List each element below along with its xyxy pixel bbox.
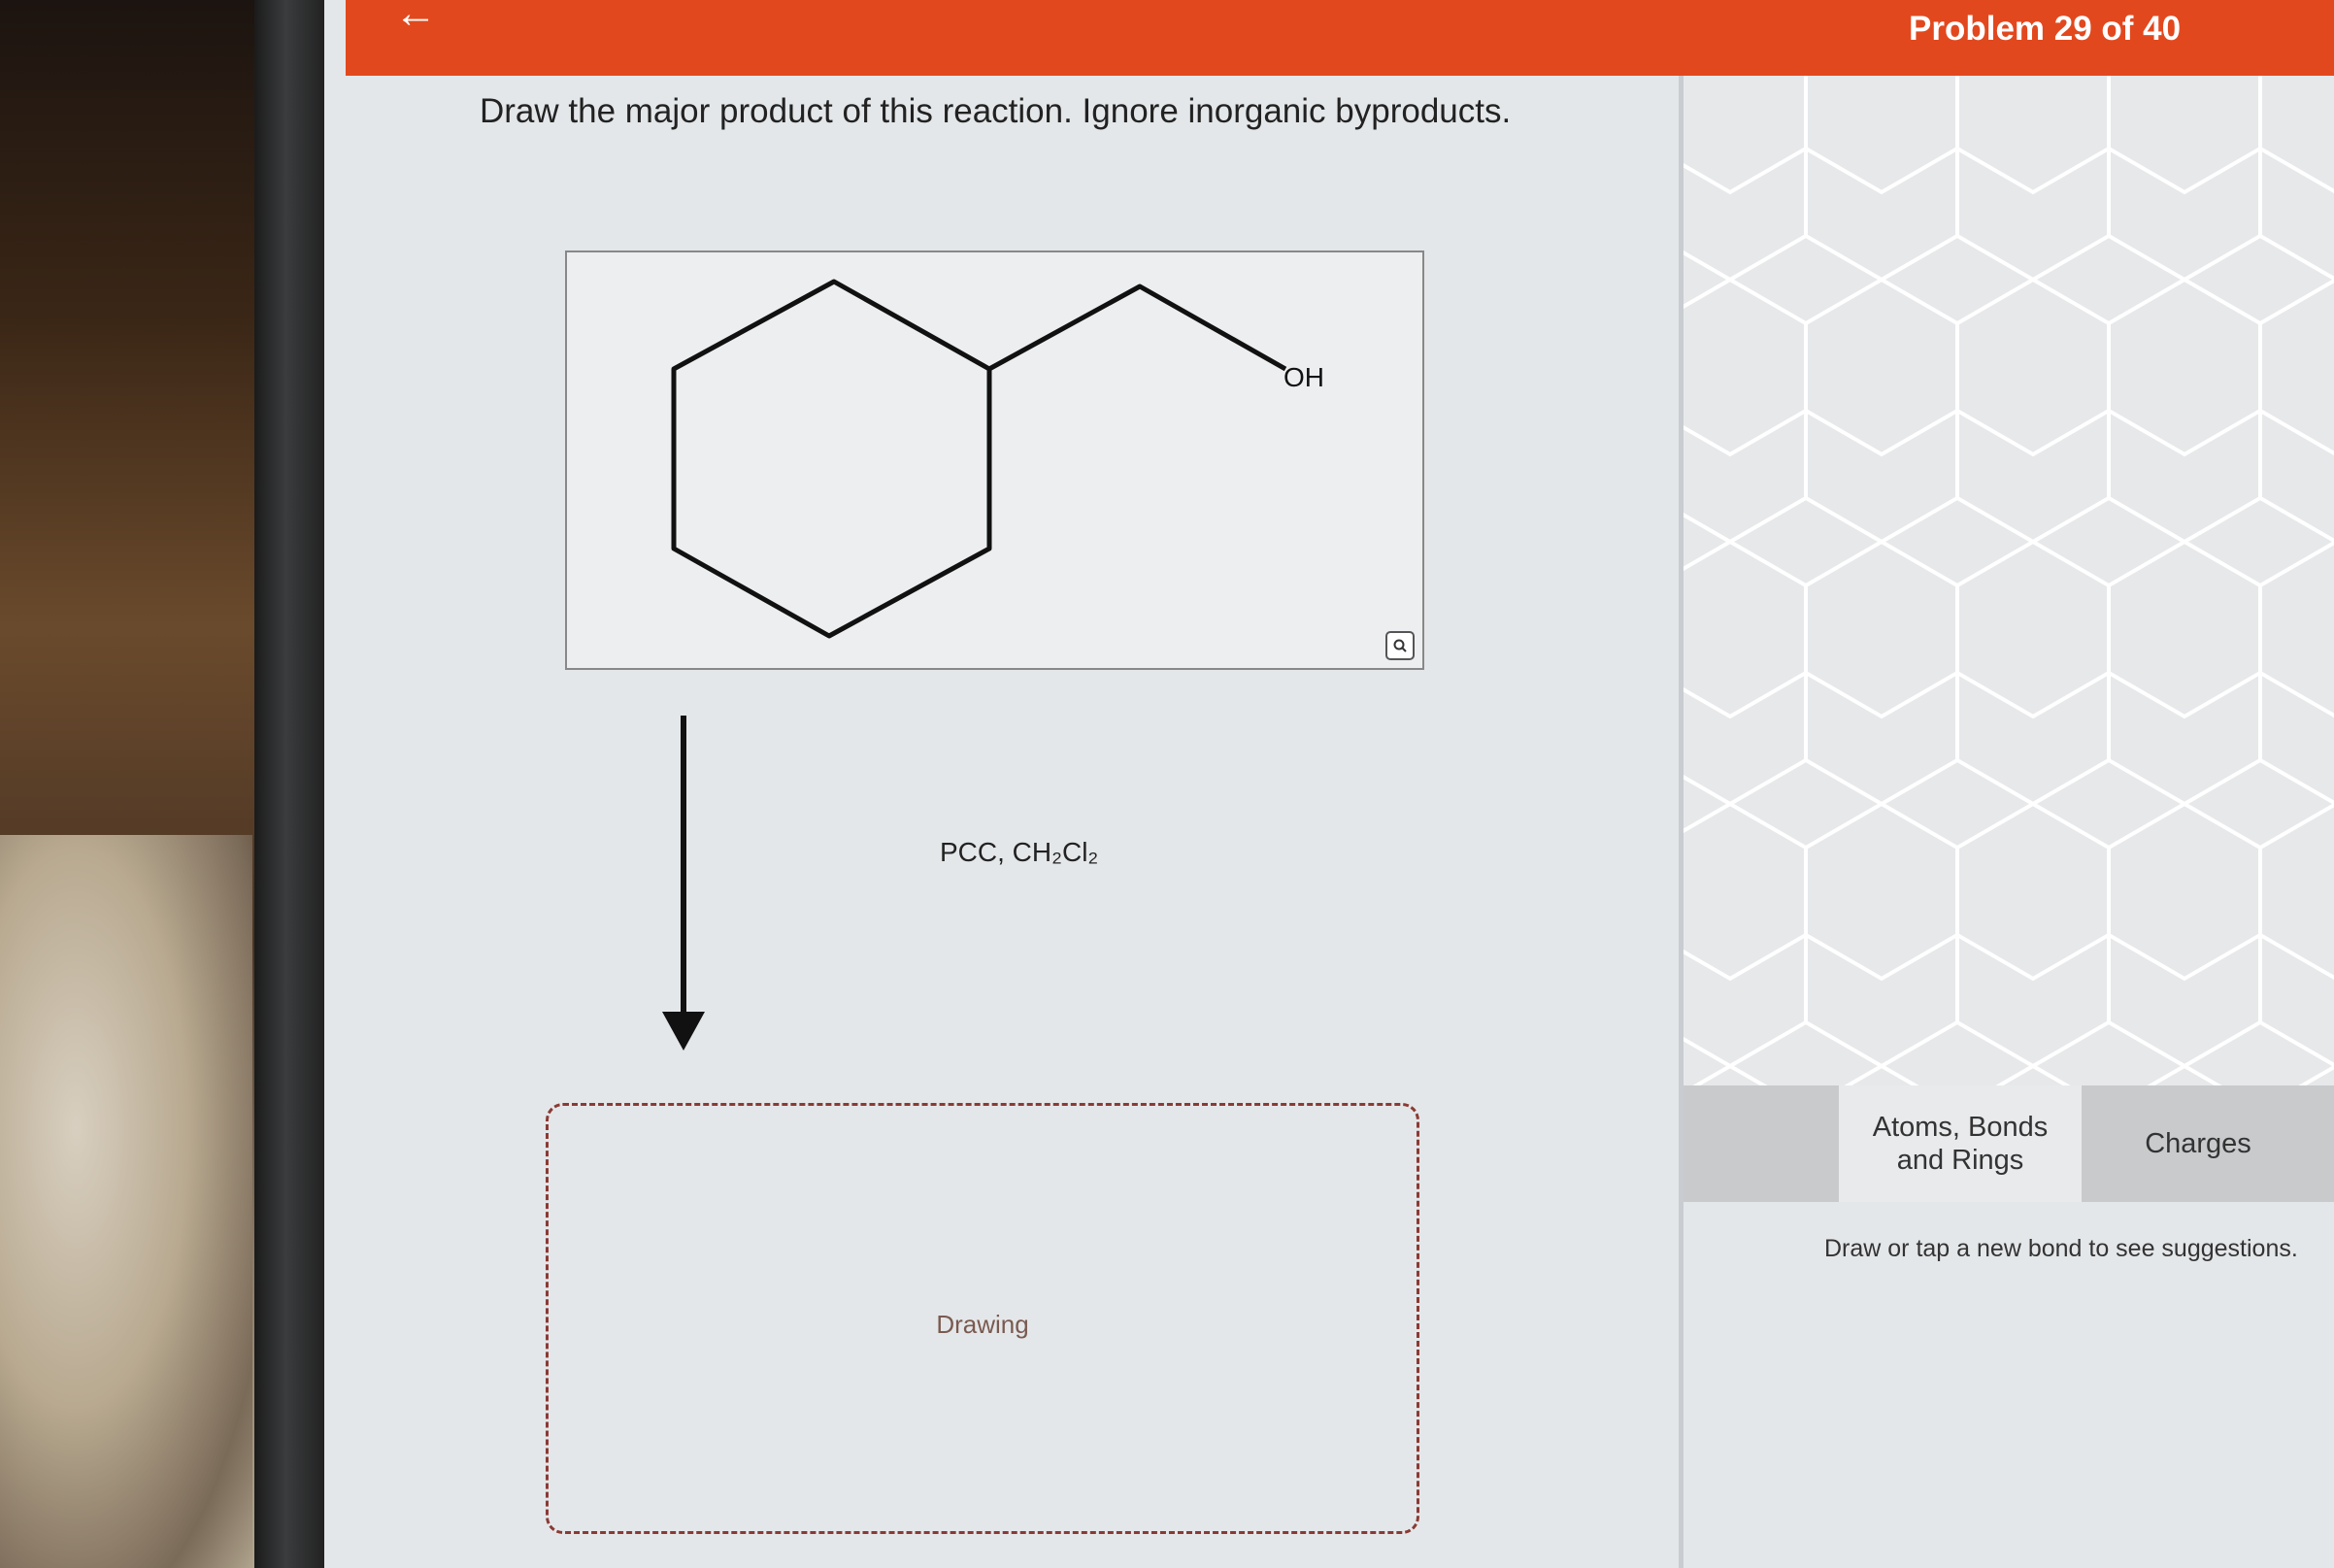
- reactant-structure-box: OH: [565, 250, 1424, 670]
- problem-counter: Problem 29 of 40: [1909, 10, 2182, 48]
- suggestions-hint: Draw or tap a new bond to see suggestion…: [1824, 1235, 2298, 1262]
- reactant-molecule: OH: [671, 279, 1324, 639]
- toolbar-tabs: Atoms, Bonds and Rings Charges: [1684, 1085, 2334, 1202]
- oh-label: OH: [1284, 362, 1324, 392]
- hex-grid: [1684, 76, 2334, 1085]
- drawing-label: Drawing: [936, 1310, 1029, 1339]
- drawing-canvas[interactable]: [1684, 76, 2334, 1085]
- monitor-bezel: [254, 0, 324, 1568]
- tab-atoms-bonds-rings[interactable]: Atoms, Bonds and Rings: [1839, 1085, 2082, 1202]
- reaction-arrow: [662, 716, 705, 1051]
- ethyl-chain: [987, 284, 1287, 372]
- back-arrow-icon[interactable]: ←: [394, 0, 437, 35]
- zoom-icon[interactable]: [1385, 631, 1415, 660]
- reagent-label: PCC, CH₂Cl₂: [940, 837, 1099, 867]
- background-fur: [0, 835, 252, 1568]
- top-bar: ← Problem 29 of 40: [346, 0, 2334, 76]
- answer-drawing-area[interactable]: Drawing: [546, 1103, 1419, 1534]
- tab-charges[interactable]: Charges: [2082, 1085, 2315, 1202]
- question-text: Draw the major product of this reaction.…: [480, 92, 1512, 130]
- app-screen: ← Problem 29 of 40 Draw the major produc…: [324, 0, 2334, 1568]
- cyclohexane-ring: [671, 279, 992, 639]
